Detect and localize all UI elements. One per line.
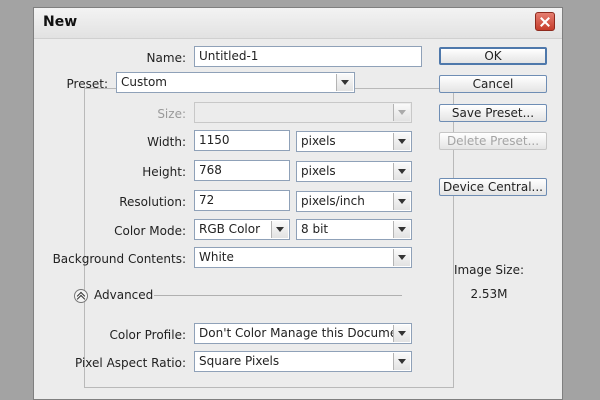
width-unit-value: pixels: [301, 134, 336, 148]
pixel-aspect-ratio-value: Square Pixels: [199, 354, 280, 368]
resolution-label: Resolution:: [119, 195, 186, 209]
close-icon[interactable]: [535, 12, 555, 31]
color-mode-select[interactable]: RGB Color: [194, 219, 290, 240]
delete-preset-button[interactable]: Delete Preset...: [439, 132, 547, 150]
advanced-divider: [154, 295, 402, 296]
name-label: Name:: [146, 51, 186, 65]
size-label: Size:: [157, 107, 186, 121]
width-input[interactable]: 1150: [194, 130, 290, 151]
chevron-down-icon: [393, 193, 410, 210]
height-input[interactable]: 768: [194, 160, 290, 181]
height-unit-select[interactable]: pixels: [296, 161, 412, 182]
chevron-down-icon: [393, 133, 410, 150]
height-label: Height:: [142, 165, 186, 179]
color-profile-value: Don't Color Manage this Document: [199, 326, 410, 340]
advanced-toggle-icon[interactable]: [74, 289, 88, 303]
width-unit-select[interactable]: pixels: [296, 131, 412, 152]
background-contents-value: White: [199, 250, 234, 264]
chevron-down-icon: [336, 74, 353, 91]
ok-button[interactable]: OK: [439, 47, 547, 65]
chevron-down-icon: [393, 163, 410, 180]
pixel-aspect-ratio-label: Pixel Aspect Ratio:: [75, 356, 186, 370]
width-label: Width:: [147, 135, 186, 149]
preset-value: Custom: [121, 75, 167, 89]
advanced-label[interactable]: Advanced: [94, 288, 153, 302]
preset-label: Preset:: [66, 77, 108, 91]
chevron-down-icon: [393, 249, 410, 266]
cancel-button[interactable]: Cancel: [439, 75, 547, 93]
height-unit-value: pixels: [301, 164, 336, 178]
image-size-value: 2.53M: [470, 287, 508, 301]
preset-select[interactable]: Custom: [116, 72, 355, 93]
name-input[interactable]: Untitled-1: [194, 46, 422, 67]
size-select[interactable]: [194, 102, 412, 123]
background-contents-select[interactable]: White: [194, 247, 412, 268]
device-central-button[interactable]: Device Central...: [439, 178, 547, 196]
resolution-input[interactable]: 72: [194, 190, 290, 211]
color-profile-label: Color Profile:: [109, 328, 187, 342]
chevron-down-icon: [393, 221, 410, 238]
resolution-unit-select[interactable]: pixels/inch: [296, 191, 412, 212]
image-size-label: Image Size:: [453, 263, 525, 277]
pixel-aspect-ratio-select[interactable]: Square Pixels: [194, 351, 412, 372]
color-mode-label: Color Mode:: [114, 224, 186, 238]
dialog-title: New: [43, 14, 78, 30]
bit-depth-value: 8 bit: [301, 222, 329, 236]
chevron-down-icon: [271, 221, 288, 238]
color-profile-select[interactable]: Don't Color Manage this Document: [194, 323, 412, 344]
new-document-dialog: New Name: Untitled-1 Preset: Custom Size…: [33, 7, 563, 400]
background-contents-label: Background Contents:: [52, 252, 186, 266]
bit-depth-select[interactable]: 8 bit: [296, 219, 412, 240]
chevron-down-icon: [393, 104, 410, 121]
color-mode-value: RGB Color: [199, 222, 261, 236]
resolution-unit-value: pixels/inch: [301, 194, 365, 208]
chevron-down-icon: [393, 325, 410, 342]
chevron-down-icon: [393, 353, 410, 370]
title-bar: New: [34, 8, 562, 39]
save-preset-button[interactable]: Save Preset...: [439, 104, 547, 122]
